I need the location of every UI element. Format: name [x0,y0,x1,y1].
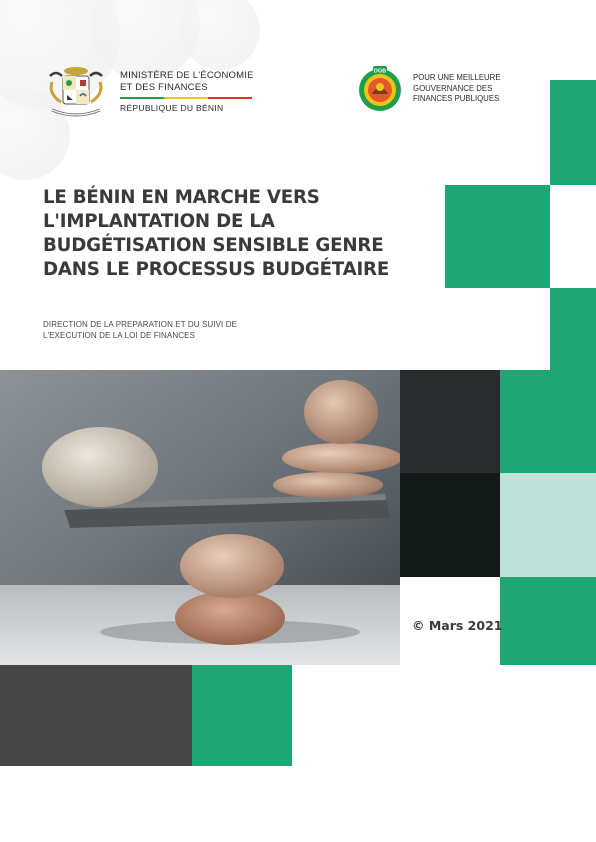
slogan-line1: POUR UNE MEILLEURE [413,73,501,82]
dark-square [400,473,500,577]
footer-dark-block [0,665,192,766]
publication-date: © Mars 2021 [412,618,503,633]
document-title: LE BÉNIN EN MARCHE VERS L'IMPLANTATION D… [43,186,423,282]
document-cover: MINISTÈRE DE L'ÉCONOMIE ET DES FINANCES … [0,0,596,842]
ministry-block: MINISTÈRE DE L'ÉCONOMIE ET DES FINANCES … [120,70,260,113]
green-square [550,288,596,370]
benin-coat-of-arms-icon [49,67,103,117]
pale-green-square [500,473,596,577]
subtitle-line2: L'EXECUTION DE LA LOI DE FINANCES [43,330,195,340]
slogan-line3: FINANCES PUBLIQUES [413,94,500,103]
subtitle-line1: DIRECTION DE LA PREPARATION ET DU SUIVI … [43,320,238,329]
slogan: POUR UNE MEILLEURE GOUVERNANCE DES FINAN… [413,73,523,105]
country-name: RÉPUBLIQUE DU BÉNIN [120,103,224,113]
title-line3: BUDGÉTISATION SENSIBLE GENRE [43,235,384,256]
slogan-line2: GOUVERNANCE DES [413,83,493,93]
green-square [550,80,596,185]
dark-square [400,370,500,473]
title-line1: LE BÉNIN EN MARCHE VERS [43,187,320,208]
watermark-bubble [180,0,260,70]
title-line2: L'IMPLANTATION DE LA [43,211,275,232]
balanced-stones-photo [0,370,400,665]
green-square [445,185,550,288]
ministry-name-line2: ET DES FINANCES [120,82,208,93]
green-square [500,370,596,473]
document-subtitle: DIRECTION DE LA PREPARATION ET DU SUIVI … [43,320,323,341]
dgb-logo-label: DGB [374,69,386,75]
benin-flag-stripe [120,97,252,99]
green-square [500,577,596,665]
title-line4: DANS LE PROCESSUS BUDGÉTAIRE [43,259,390,280]
dgb-emblem-icon: DGB [359,66,401,111]
footer-green-block [192,665,292,766]
ministry-name-line1: MINISTÈRE DE L'ÉCONOMIE [120,70,254,81]
